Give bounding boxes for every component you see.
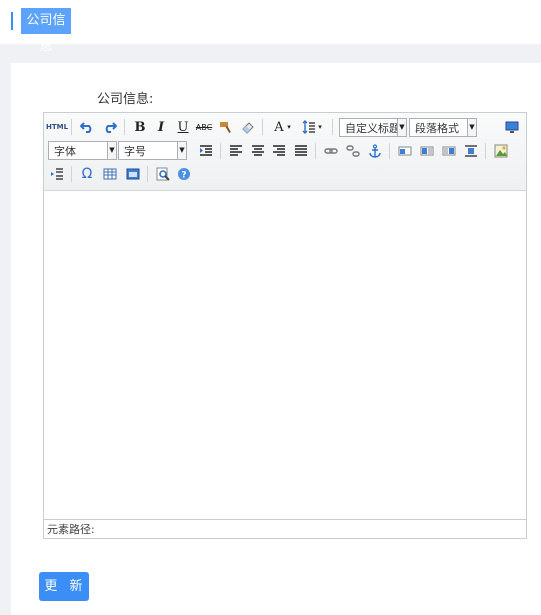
chevron-down-icon: ▼: [107, 142, 116, 159]
align-left-icon[interactable]: [227, 142, 245, 160]
toolbar-separator: [389, 143, 390, 159]
page-break-icon[interactable]: [48, 165, 66, 183]
insert-table-icon[interactable]: [101, 165, 119, 183]
align-center-icon[interactable]: [249, 142, 267, 160]
eraser-icon[interactable]: [239, 118, 257, 136]
chevron-down-icon: ▼: [467, 119, 476, 136]
editor-content-area[interactable]: [44, 191, 526, 517]
format-painter-icon[interactable]: [217, 118, 235, 136]
redo-icon[interactable]: [101, 118, 119, 136]
editor-toolbar: HTML B I U ABC A ▾ ▾ 自定义标题 ▼ 段落格式 ▼ 字体 ▼…: [44, 113, 526, 191]
chevron-down-icon: ▼: [177, 142, 186, 159]
element-path-bar: 元素路径:: [44, 519, 526, 538]
special-char-button[interactable]: Ω: [78, 165, 96, 183]
toolbar-separator: [147, 166, 148, 182]
bold-button[interactable]: B: [131, 118, 149, 136]
insert-image-icon[interactable]: [492, 142, 510, 160]
strikethrough-button[interactable]: ABC: [195, 118, 213, 136]
element-path-label: 元素路径:: [47, 523, 95, 536]
chevron-down-icon: ▼: [397, 119, 406, 136]
page-title: 公司信息: [21, 8, 71, 54]
unlink-icon[interactable]: [344, 142, 362, 160]
image-float-left-icon[interactable]: [418, 142, 436, 160]
custom-title-select[interactable]: 自定义标题 ▼: [339, 118, 407, 137]
font-size-select[interactable]: 字号 ▼: [118, 141, 187, 160]
indent-icon[interactable]: [197, 142, 215, 160]
rich-text-editor[interactable]: HTML B I U ABC A ▾ ▾ 自定义标题 ▼ 段落格式 ▼ 字体 ▼…: [43, 112, 527, 539]
toolbar-separator: [315, 143, 316, 159]
toolbar-separator: [71, 119, 72, 135]
update-button[interactable]: 更 新: [39, 572, 89, 601]
image-float-none-icon[interactable]: [396, 142, 414, 160]
company-info-label: 公司信息:: [97, 92, 154, 107]
toolbar-separator: [332, 119, 333, 135]
html-source-button[interactable]: HTML: [46, 118, 68, 136]
align-justify-icon[interactable]: [292, 142, 310, 160]
help-glyph: ?: [181, 171, 186, 181]
line-height-dropdown-icon[interactable]: ▾: [316, 118, 324, 136]
underline-button[interactable]: U: [174, 118, 192, 136]
link-icon[interactable]: [322, 142, 340, 160]
font-family-select[interactable]: 字体 ▼: [48, 141, 117, 160]
toolbar-separator: [124, 119, 125, 135]
preview-icon[interactable]: [154, 165, 172, 183]
align-right-icon[interactable]: [270, 142, 288, 160]
paragraph-format-label: 段落格式: [415, 122, 459, 135]
toolbar-separator: [485, 143, 486, 159]
toolbar-separator: [220, 143, 221, 159]
italic-button[interactable]: I: [152, 118, 170, 136]
paragraph-format-select[interactable]: 段落格式 ▼: [409, 118, 477, 137]
image-center-icon[interactable]: [462, 142, 480, 160]
header-accent-bar: [11, 12, 13, 30]
help-icon[interactable]: ?: [175, 165, 193, 183]
font-size-label: 字号: [124, 145, 146, 158]
font-color-dropdown-icon[interactable]: ▾: [285, 118, 293, 136]
insert-frame-icon[interactable]: [124, 165, 142, 183]
font-color-letter: A: [274, 119, 284, 135]
undo-icon[interactable]: [78, 118, 96, 136]
custom-title-label: 自定义标题: [345, 122, 400, 135]
anchor-icon[interactable]: [366, 142, 384, 160]
image-float-right-icon[interactable]: [440, 142, 458, 160]
toolbar-separator: [262, 119, 263, 135]
page-header: 公司信息: [0, 0, 541, 54]
toolbar-separator: [71, 166, 72, 182]
fullscreen-icon[interactable]: [503, 118, 521, 136]
font-family-label: 字体: [54, 145, 76, 158]
